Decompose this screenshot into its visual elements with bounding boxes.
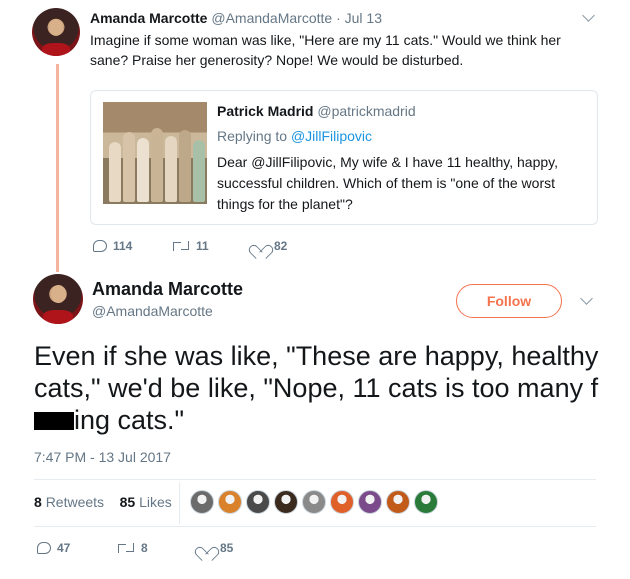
likes-count: 85 bbox=[119, 494, 136, 510]
chevron-down-icon[interactable] bbox=[580, 292, 593, 305]
like-action[interactable]: 82 bbox=[252, 239, 287, 253]
liker-avatar[interactable] bbox=[358, 490, 382, 514]
liker-avatar[interactable] bbox=[190, 490, 214, 514]
liker-avatar[interactable] bbox=[246, 490, 270, 514]
retweet-action[interactable]: 8 bbox=[117, 541, 148, 555]
quoted-tweet-card[interactable]: Patrick Madrid @patrickmadrid Replying t… bbox=[90, 90, 598, 225]
liker-avatar[interactable] bbox=[330, 490, 354, 514]
tweet-stats: 8 Retweets 85 Likes bbox=[34, 494, 172, 510]
author-name[interactable]: Amanda Marcotte bbox=[92, 279, 243, 300]
like-action[interactable]: 85 bbox=[198, 541, 233, 555]
like-count: 85 bbox=[220, 541, 234, 555]
quoted-author: Patrick Madrid @patrickmadrid bbox=[217, 103, 416, 119]
replying-to: Replying to @JillFilipovic bbox=[217, 128, 372, 144]
reply-action[interactable]: 47 bbox=[37, 541, 70, 555]
retweet-action[interactable]: 11 bbox=[172, 239, 209, 253]
like-count: 82 bbox=[274, 239, 288, 253]
author-name[interactable]: Amanda Marcotte bbox=[90, 10, 207, 26]
liker-avatar[interactable] bbox=[274, 490, 298, 514]
reply-action[interactable]: 114 bbox=[93, 239, 132, 253]
retweets-count: 8 bbox=[34, 494, 42, 510]
redaction-bar bbox=[34, 412, 74, 430]
quoted-author-name[interactable]: Patrick Madrid bbox=[217, 103, 313, 119]
author-handle[interactable]: @AmandaMarcotte bbox=[211, 10, 332, 26]
tweet-date[interactable]: Jul 13 bbox=[345, 10, 382, 26]
retweet-count: 8 bbox=[141, 541, 148, 555]
liker-avatar[interactable] bbox=[302, 490, 326, 514]
reply-icon bbox=[37, 542, 51, 554]
likes-stat[interactable]: 85 Likes bbox=[120, 494, 172, 510]
tweet-text-before: Even if she was like, "These are happy, … bbox=[34, 341, 599, 403]
liker-avatar[interactable] bbox=[218, 490, 242, 514]
family-photo bbox=[103, 102, 207, 204]
quoted-author-handle[interactable]: @patrickmadrid bbox=[317, 103, 415, 119]
dot-separator: · bbox=[336, 10, 341, 26]
retweet-icon bbox=[172, 240, 190, 252]
thread-connector-line bbox=[56, 64, 59, 272]
liker-avatar[interactable] bbox=[414, 490, 438, 514]
retweet-count: 11 bbox=[196, 239, 209, 253]
heart-icon bbox=[198, 541, 214, 555]
divider bbox=[34, 526, 596, 527]
reply-count: 47 bbox=[57, 541, 71, 555]
avatar[interactable] bbox=[32, 8, 80, 56]
retweets-stat[interactable]: 8 Retweets bbox=[34, 494, 104, 510]
tweet-text: Imagine if some woman was like, "Here ar… bbox=[90, 32, 561, 68]
retweets-label: Retweets bbox=[45, 494, 105, 510]
quoted-tweet-text: Dear @JillFilipovic, My wife & I have 11… bbox=[217, 154, 559, 212]
tweet-timestamp[interactable]: 7:47 PM - 13 Jul 2017 bbox=[34, 449, 171, 465]
liker-avatars bbox=[190, 490, 438, 514]
tweet-text: Even if she was like, "These are happy, … bbox=[34, 340, 614, 436]
tweet-header: Amanda Marcotte @AmandaMarcotte · Jul 13 bbox=[90, 10, 382, 26]
heart-icon bbox=[252, 239, 268, 253]
divider bbox=[34, 479, 596, 480]
follow-button[interactable]: Follow bbox=[456, 284, 562, 318]
replying-to-link[interactable]: @JillFilipovic bbox=[291, 128, 372, 144]
tweet-text-after: ing cats." bbox=[74, 405, 185, 435]
stats-separator bbox=[179, 482, 180, 524]
reply-count: 114 bbox=[113, 239, 133, 253]
author-handle[interactable]: @AmandaMarcotte bbox=[92, 303, 213, 319]
chevron-down-icon[interactable] bbox=[582, 9, 595, 22]
retweet-icon bbox=[117, 542, 135, 554]
liker-avatar[interactable] bbox=[386, 490, 410, 514]
replying-to-prefix: Replying to bbox=[217, 128, 291, 144]
avatar[interactable] bbox=[33, 274, 83, 324]
likes-label: Likes bbox=[139, 494, 172, 510]
reply-icon bbox=[93, 240, 107, 252]
